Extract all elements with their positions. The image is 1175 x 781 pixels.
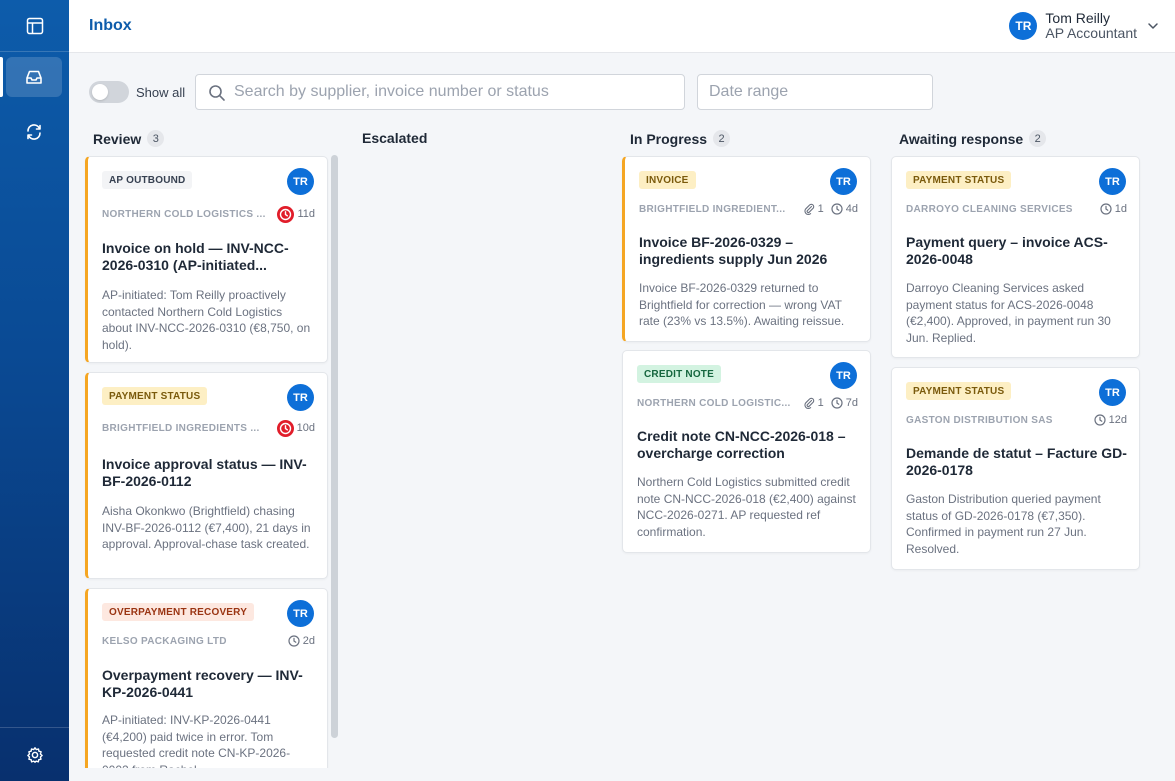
show-all-toggle[interactable] — [89, 81, 129, 103]
category-tag: AP OUTBOUND — [102, 171, 193, 189]
refresh-icon — [27, 124, 41, 140]
supplier-name: NORTHERN COLD LOGISTIC... — [637, 397, 791, 409]
avatar: TR — [287, 168, 314, 195]
card-description: Gaston Distribution queried payment stat… — [906, 492, 1101, 556]
user-role: AP Accountant — [1045, 25, 1137, 41]
column-header-in-progress: In Progress 2 — [630, 130, 731, 147]
column-title: Awaiting response — [899, 130, 1024, 147]
column-count: 2 — [713, 130, 731, 147]
date-range-input[interactable] — [709, 75, 924, 109]
sidebar — [0, 0, 69, 781]
age-label: 4d — [845, 203, 858, 215]
avatar: TR — [830, 168, 857, 195]
column-header-escalated: Escalated — [362, 130, 427, 146]
column-count: 3 — [147, 130, 165, 147]
show-all-label: Show all — [136, 85, 186, 100]
column-header-review: Review 3 — [93, 130, 165, 147]
settings-button[interactable] — [0, 727, 69, 781]
card-description: Northern Cold Logistics submitted credit… — [637, 475, 856, 539]
column-header-awaiting-response: Awaiting response 2 — [899, 130, 1047, 147]
avatar: TR — [830, 362, 857, 389]
sidebar-toggle[interactable] — [0, 0, 69, 52]
attachment-count: 1 — [817, 203, 824, 215]
category-tag: INVOICE — [639, 171, 696, 189]
attachment-count: 1 — [817, 397, 824, 409]
category-tag: PAYMENT STATUS — [102, 387, 208, 405]
card-description: Invoice BF-2026-0329 returned to Brightf… — [639, 281, 845, 328]
card-description: AP-initiated: INV-KP-2026-0441 (€4,200) … — [102, 713, 291, 768]
age-label: 1d — [1114, 203, 1127, 215]
age-label: 7d — [845, 397, 858, 409]
supplier-name: GASTON DISTRIBUTION SAS — [906, 414, 1053, 426]
category-tag: CREDIT NOTE — [637, 365, 721, 383]
paperclip-icon — [803, 203, 815, 215]
search-box — [195, 74, 685, 110]
inbox-card[interactable]: PAYMENT STATUS TR DARROYO CLEANING SERVI… — [891, 156, 1140, 358]
card-description: AP-initiated: Tom Reilly proactively con… — [102, 288, 311, 352]
clock-icon — [831, 203, 843, 215]
card-description: Darroyo Cleaning Services asked payment … — [906, 281, 1111, 345]
avatar: TR — [287, 600, 314, 627]
inbox-card[interactable]: CREDIT NOTE TR NORTHERN COLD LOGISTIC...… — [622, 350, 871, 553]
avatar: TR — [1009, 12, 1038, 40]
card-description: Aisha Okonkwo (Brightfield) chasing INV-… — [102, 504, 311, 551]
avatar: TR — [1099, 168, 1126, 195]
inbox-card[interactable]: INVOICE TR BRIGHTFIELD INGREDIENT... 1 4… — [622, 156, 871, 342]
date-range-box — [697, 74, 933, 110]
page-title: Inbox — [89, 17, 132, 34]
category-tag: OVERPAYMENT RECOVERY — [102, 603, 255, 621]
inbox-icon — [26, 70, 42, 84]
age-label: 10d — [296, 422, 315, 434]
clock-icon — [1100, 203, 1112, 215]
review-column-scrollbar[interactable] — [331, 155, 338, 738]
category-tag: PAYMENT STATUS — [906, 171, 1012, 189]
supplier-name: DARROYO CLEANING SERVICES — [906, 203, 1073, 215]
column-title: In Progress — [630, 130, 708, 147]
sidebar-item-inbox[interactable] — [0, 57, 62, 97]
supplier-name: KELSO PACKAGING LTD — [102, 635, 227, 647]
avatar: TR — [287, 384, 314, 411]
supplier-name: BRIGHTFIELD INGREDIENTS ... — [102, 422, 260, 434]
overdue-clock-icon — [276, 419, 294, 437]
column-review: AP OUTBOUND TR NORTHERN COLD LOGISTICS .… — [83, 154, 330, 768]
supplier-name: NORTHERN COLD LOGISTICS ... — [102, 208, 266, 220]
chevron-down-icon — [1148, 23, 1158, 29]
age-label: 12d — [1108, 414, 1127, 426]
user-menu[interactable]: TR Tom Reilly AP Accountant — [1009, 10, 1158, 41]
column-title: Escalated — [362, 130, 428, 146]
inbox-card[interactable]: PAYMENT STATUS TR BRIGHTFIELD INGREDIENT… — [85, 372, 328, 579]
clock-icon — [831, 397, 843, 409]
age-label: 11d — [297, 208, 315, 220]
sidebar-item-sync[interactable] — [6, 112, 62, 152]
card-title: Invoice BF-2026-0329 – ingredients suppl… — [639, 234, 828, 267]
inbox-card[interactable]: AP OUTBOUND TR NORTHERN COLD LOGISTICS .… — [85, 156, 328, 363]
column-count: 2 — [1029, 130, 1047, 147]
card-title: Invoice on hold — INV-NCC-2026-0310 (AP-… — [102, 240, 289, 273]
category-tag: PAYMENT STATUS — [906, 382, 1012, 400]
supplier-name: BRIGHTFIELD INGREDIENT... — [639, 203, 786, 215]
paperclip-icon — [803, 397, 815, 409]
layout-panel-icon — [26, 17, 43, 34]
clock-icon — [1094, 414, 1106, 426]
clock-icon — [288, 635, 300, 647]
inbox-card[interactable]: PAYMENT STATUS TR GASTON DISTRIBUTION SA… — [891, 367, 1140, 570]
card-title: Overpayment recovery — INV-KP-2026-0441 — [102, 667, 303, 700]
card-title: Credit note CN-NCC-2026-018 – overcharge… — [637, 428, 846, 461]
overdue-clock-icon — [277, 205, 295, 223]
filter-toolbar: Show all — [69, 53, 1175, 121]
avatar: TR — [1099, 379, 1126, 406]
search-input[interactable] — [234, 75, 674, 109]
inbox-card[interactable]: OVERPAYMENT RECOVERY TR KELSO PACKAGING … — [85, 588, 328, 768]
gear-icon — [26, 746, 43, 763]
card-title: Demande de statut – Facture GD-2026-0178 — [906, 445, 1127, 478]
age-label: 2d — [302, 635, 315, 647]
toggle-knob — [92, 84, 108, 100]
top-header: Inbox TR Tom Reilly AP Accountant — [69, 0, 1175, 53]
card-title: Invoice approval status — INV-BF-2026-01… — [102, 456, 307, 489]
search-icon — [209, 85, 225, 101]
column-title: Review — [93, 130, 142, 147]
card-title: Payment query – invoice ACS-2026-0048 — [906, 234, 1108, 267]
user-name: Tom Reilly — [1045, 10, 1110, 26]
